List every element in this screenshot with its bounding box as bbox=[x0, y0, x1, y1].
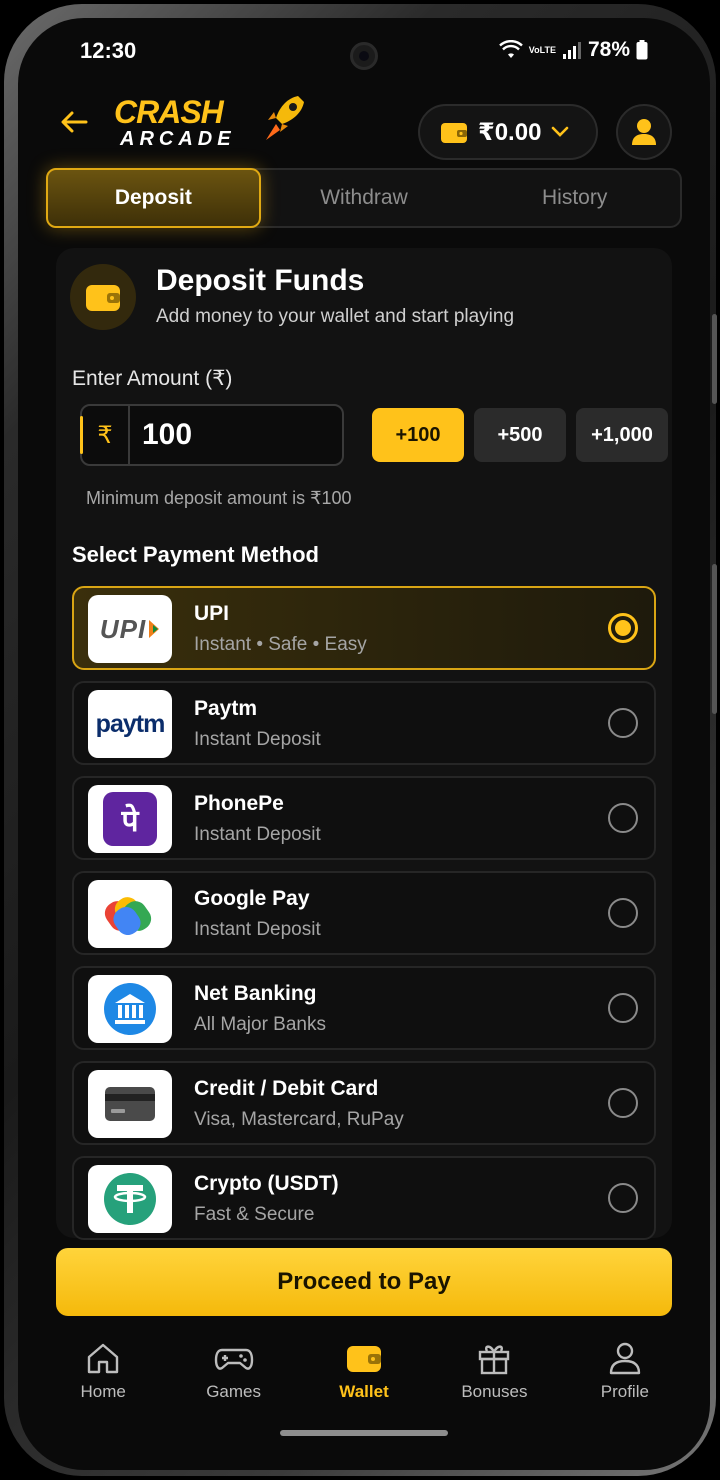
wifi-icon bbox=[498, 40, 523, 58]
radio-unselected[interactable] bbox=[608, 993, 638, 1023]
nav-profile[interactable]: Profile bbox=[560, 1340, 690, 1420]
upi-logo: UPI bbox=[88, 595, 172, 663]
deposit-title: Deposit Funds bbox=[156, 264, 365, 297]
tab-withdraw[interactable]: Withdraw bbox=[259, 170, 470, 226]
payment-method-upi[interactable]: UPI UPI Instant • Safe • Easy bbox=[72, 586, 656, 670]
rocket-icon bbox=[266, 96, 304, 140]
nav-label: Profile bbox=[600, 1382, 649, 1401]
nav-label: Bonuses bbox=[461, 1382, 528, 1401]
nav-label: Home bbox=[80, 1382, 126, 1401]
bank-icon bbox=[88, 975, 172, 1043]
method-desc: Instant Deposit bbox=[194, 729, 321, 750]
google-pay-logo bbox=[88, 880, 172, 948]
chevron-down-icon bbox=[552, 126, 569, 137]
wallet-icon bbox=[347, 1346, 382, 1372]
payment-method-crypto[interactable]: Crypto (USDT) Fast & Secure bbox=[72, 1156, 656, 1240]
method-name: PhonePe bbox=[194, 792, 284, 815]
battery-icon bbox=[636, 40, 648, 60]
gamepad-icon bbox=[214, 1348, 253, 1370]
method-desc: All Major Banks bbox=[194, 1014, 326, 1035]
radio-unselected[interactable] bbox=[608, 1088, 638, 1118]
deposit-subtitle: Add money to your wallet and start playi… bbox=[156, 306, 515, 327]
card-icon bbox=[88, 1070, 172, 1138]
radio-selected[interactable] bbox=[608, 613, 638, 643]
power-button bbox=[712, 314, 717, 404]
quick-amount-500[interactable]: +500 bbox=[474, 408, 566, 462]
paytm-logo: paytm bbox=[88, 690, 172, 758]
payment-method-google-pay[interactable]: Google Pay Instant Deposit bbox=[72, 871, 656, 955]
payment-method-net-banking[interactable]: Net Banking All Major Banks bbox=[72, 966, 656, 1050]
payment-method-card[interactable]: Credit / Debit Card Visa, Mastercard, Ru… bbox=[72, 1061, 656, 1145]
method-desc: Instant • Safe • Easy bbox=[194, 634, 367, 655]
payment-method-phonepe[interactable]: पे PhonePe Instant Deposit bbox=[72, 776, 656, 860]
payment-method-title: Select Payment Method bbox=[72, 542, 319, 567]
avatar-button[interactable] bbox=[616, 104, 672, 160]
volte-indicator: VoLTE bbox=[528, 44, 556, 55]
nav-games[interactable]: Games bbox=[168, 1340, 298, 1420]
battery-percent: 78% bbox=[587, 38, 630, 61]
method-desc: Visa, Mastercard, RuPay bbox=[194, 1109, 404, 1130]
status-time: 12:30 bbox=[80, 38, 137, 63]
method-name: Paytm bbox=[194, 697, 258, 720]
phone-frame: 12:30 VoLTE 78% CRASH ARCADE ₹0.00 Depos… bbox=[4, 4, 717, 1476]
method-desc: Instant Deposit bbox=[194, 824, 321, 845]
radio-unselected[interactable] bbox=[608, 898, 638, 928]
back-arrow-icon[interactable] bbox=[56, 104, 92, 140]
radio-unselected[interactable] bbox=[608, 1183, 638, 1213]
screen: 12:30 VoLTE 78% CRASH ARCADE ₹0.00 Depos… bbox=[18, 18, 710, 1470]
balance-amount: ₹0.00 bbox=[478, 118, 542, 146]
front-camera bbox=[350, 42, 378, 70]
logo-arcade-text: ARCADE bbox=[120, 128, 236, 150]
volume-button bbox=[712, 564, 717, 714]
amount-label: Enter Amount (₹) bbox=[72, 367, 233, 390]
payment-method-paytm[interactable]: paytm Paytm Instant Deposit bbox=[72, 681, 656, 765]
rupee-symbol: ₹ bbox=[82, 406, 130, 464]
home-indicator[interactable] bbox=[280, 1430, 448, 1436]
minimum-deposit-note: Minimum deposit amount is ₹100 bbox=[86, 488, 352, 508]
home-icon bbox=[88, 1343, 119, 1374]
amount-value: 100 bbox=[142, 418, 193, 451]
method-name: Net Banking bbox=[194, 982, 317, 1005]
status-bar: 12:30 VoLTE 78% bbox=[18, 18, 710, 82]
nav-home[interactable]: Home bbox=[38, 1340, 168, 1420]
quick-amount-1000[interactable]: +1,000 bbox=[576, 408, 668, 462]
proceed-to-pay-button[interactable]: Proceed to Pay bbox=[56, 1248, 672, 1316]
gift-icon bbox=[479, 1345, 510, 1375]
method-name: UPI bbox=[194, 602, 230, 625]
wallet-icon bbox=[441, 123, 467, 143]
status-icons: VoLTE 78% bbox=[498, 38, 648, 62]
phonepe-logo: पे bbox=[88, 785, 172, 853]
logo-crash-text: CRASH bbox=[114, 94, 224, 130]
deposit-wallet-icon bbox=[70, 264, 136, 330]
nav-wallet[interactable]: Wallet bbox=[299, 1340, 429, 1420]
radio-unselected[interactable] bbox=[608, 803, 638, 833]
signal-icon bbox=[562, 42, 581, 59]
wallet-tabs: Deposit Withdraw History bbox=[46, 168, 682, 228]
app-header: CRASH ARCADE ₹0.00 bbox=[18, 88, 710, 164]
tab-history[interactable]: History bbox=[469, 170, 680, 226]
method-desc: Fast & Secure bbox=[194, 1204, 315, 1225]
tether-icon bbox=[88, 1165, 172, 1233]
method-name: Credit / Debit Card bbox=[194, 1077, 379, 1100]
nav-label: Games bbox=[206, 1382, 261, 1401]
user-icon bbox=[609, 1342, 641, 1375]
deposit-card: Deposit Funds Add money to your wallet a… bbox=[56, 248, 672, 1240]
nav-bonuses[interactable]: Bonuses bbox=[429, 1340, 559, 1420]
crash-arcade-logo[interactable]: CRASH ARCADE bbox=[114, 94, 304, 158]
method-desc: Instant Deposit bbox=[194, 919, 321, 940]
method-name: Google Pay bbox=[194, 887, 310, 910]
nav-label: Wallet bbox=[339, 1382, 389, 1401]
quick-amount-100[interactable]: +100 bbox=[372, 408, 464, 462]
user-icon bbox=[632, 119, 656, 145]
bottom-nav: Home Games Wallet Bonuses Profile bbox=[18, 1340, 710, 1420]
method-name: Crypto (USDT) bbox=[194, 1172, 339, 1195]
amount-input[interactable]: ₹ 100 bbox=[80, 404, 344, 466]
wallet-balance-pill[interactable]: ₹0.00 bbox=[418, 104, 598, 160]
tab-deposit[interactable]: Deposit bbox=[46, 168, 261, 228]
radio-unselected[interactable] bbox=[608, 708, 638, 738]
